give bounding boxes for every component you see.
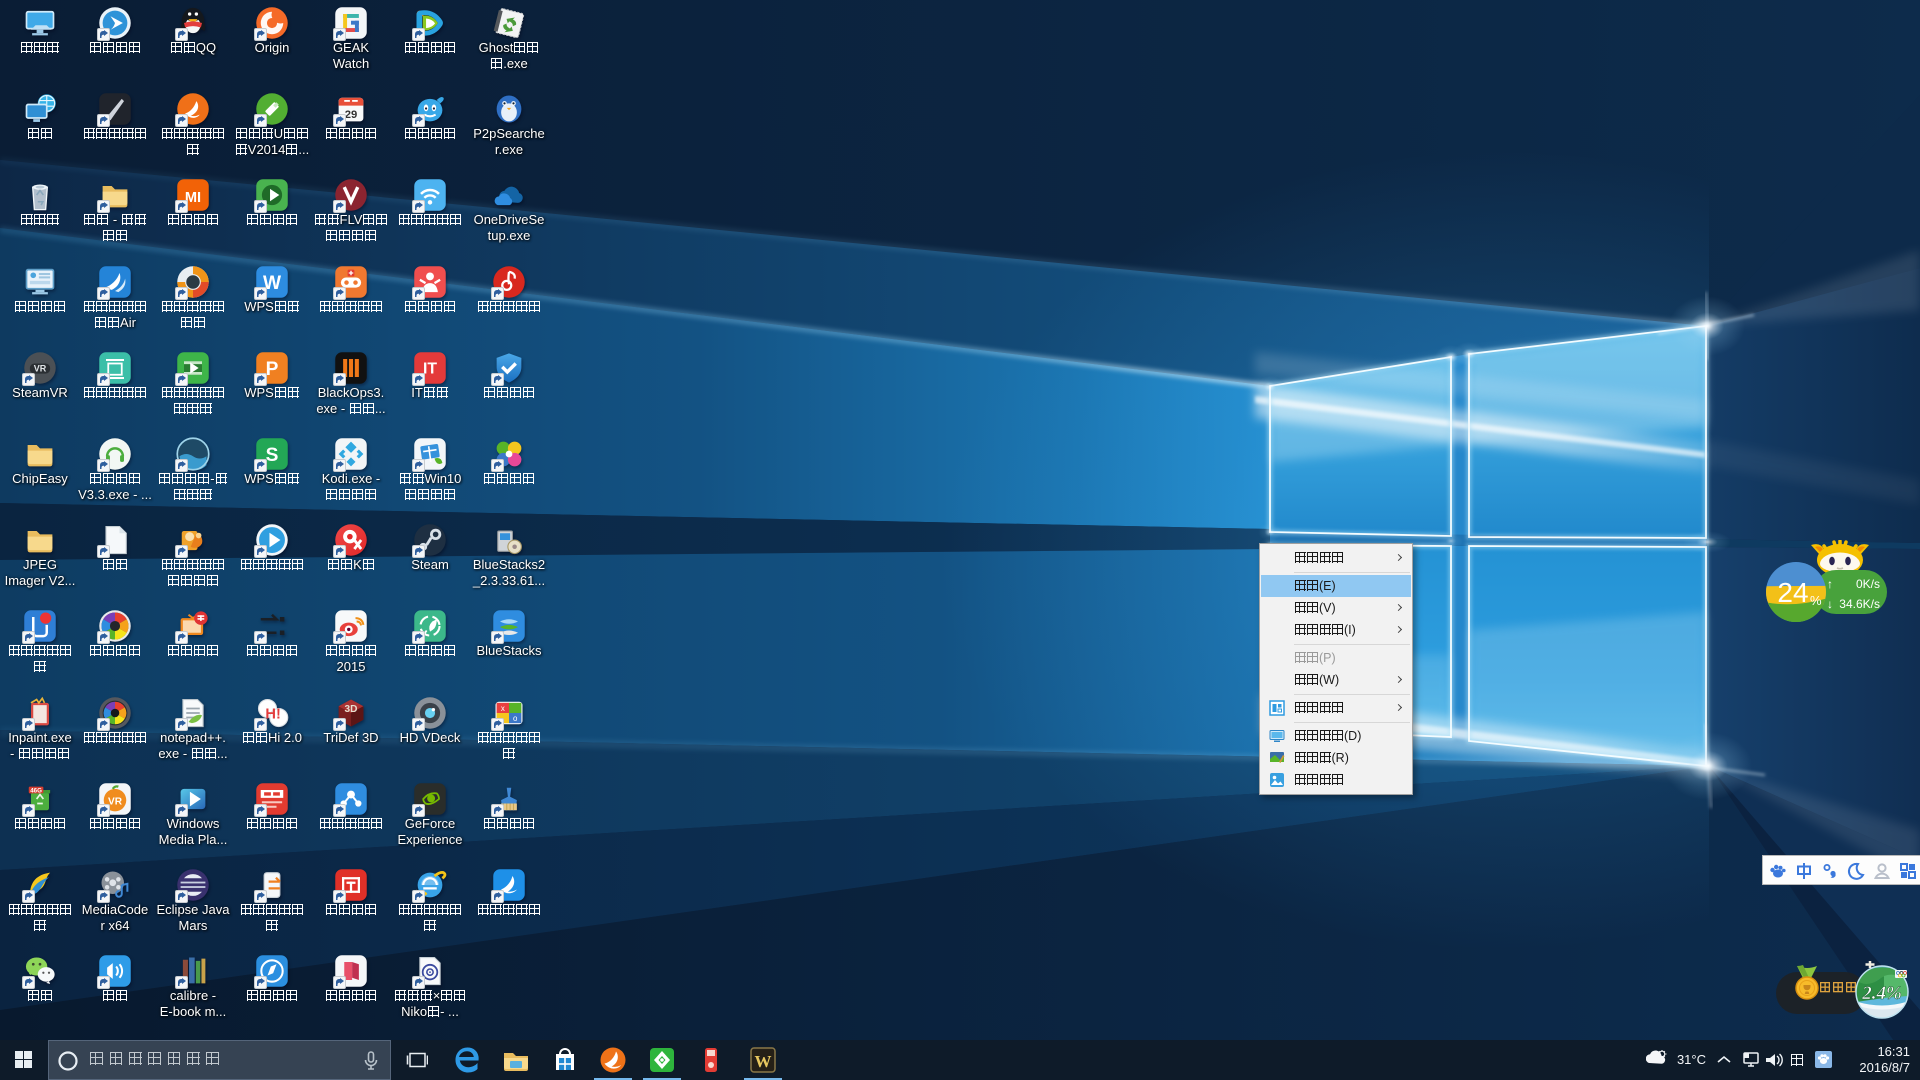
- svg-text:34.6K/s: 34.6K/s: [1839, 597, 1880, 611]
- svg-text:2.4%: 2.4%: [1861, 983, 1902, 1004]
- svg-text:W: W: [755, 1052, 772, 1071]
- svg-text:S: S: [266, 445, 279, 466]
- svg-text:29: 29: [345, 109, 358, 121]
- svg-text:VR: VR: [34, 363, 47, 373]
- svg-text:↑: ↑: [1827, 577, 1833, 591]
- svg-text:46G: 46G: [30, 787, 42, 794]
- svg-text:0K/s: 0K/s: [1856, 577, 1880, 591]
- svg-text:P: P: [266, 359, 279, 380]
- svg-text:x: x: [501, 704, 505, 713]
- svg-text:IT: IT: [423, 361, 437, 378]
- svg-text:H!: H!: [265, 707, 280, 723]
- svg-text:24: 24: [1777, 577, 1808, 608]
- svg-text:%: %: [1810, 593, 1822, 608]
- svg-text:VR: VR: [108, 797, 123, 808]
- svg-text:o: o: [513, 714, 518, 723]
- svg-text:↓: ↓: [1827, 597, 1833, 611]
- svg-text:3D: 3D: [345, 704, 358, 715]
